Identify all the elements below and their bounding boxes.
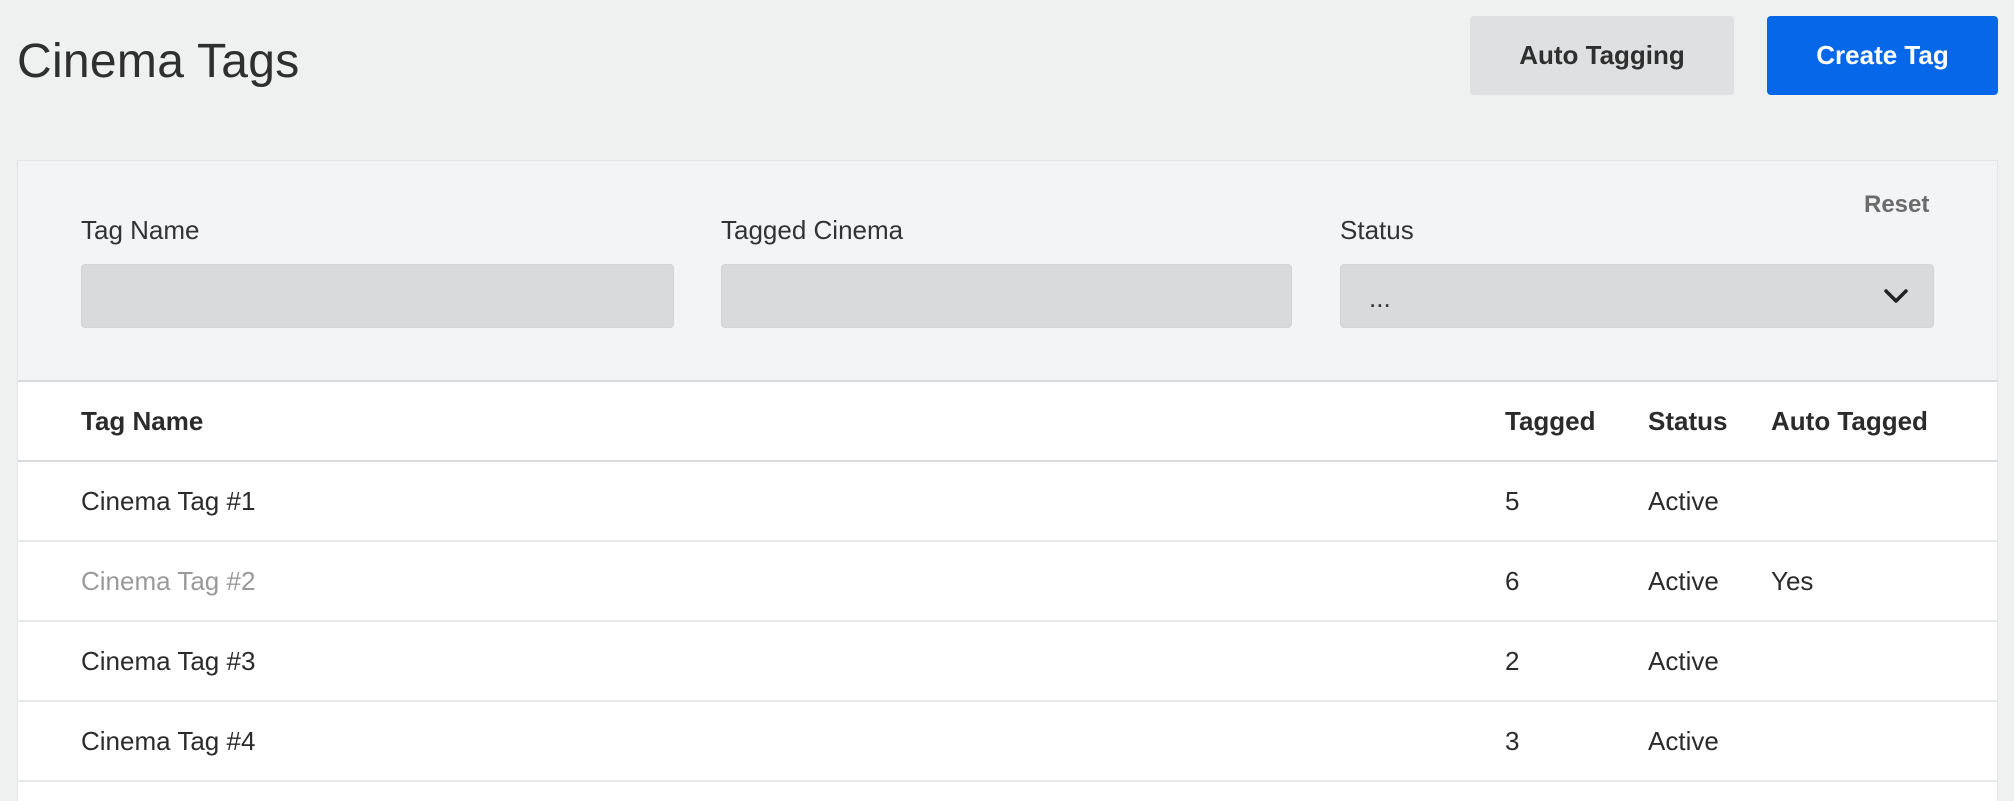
column-header-auto-tagged[interactable]: Auto Tagged xyxy=(1771,382,1928,460)
chevron-down-icon xyxy=(1884,289,1908,303)
filter-panel: Reset Tag Name Tagged Cinema Status ... xyxy=(18,161,1997,382)
column-header-tagged[interactable]: Tagged xyxy=(1505,382,1596,460)
table-row[interactable]: Cinema Tag #1 5 Active xyxy=(18,462,1997,542)
tag-name-cell[interactable]: Cinema Tag #1 xyxy=(81,462,255,540)
tags-card: Reset Tag Name Tagged Cinema Status ... … xyxy=(18,161,1997,801)
status-filter-value: ... xyxy=(1369,283,1391,313)
create-tag-button[interactable]: Create Tag xyxy=(1767,16,1998,95)
tags-table: Tag Name Tagged Status Auto Tagged Cinem… xyxy=(18,382,1997,782)
tag-name-cell[interactable]: Cinema Tag #4 xyxy=(81,702,255,780)
reset-link[interactable]: Reset xyxy=(1864,191,1929,219)
tag-name-cell[interactable]: Cinema Tag #2 xyxy=(81,542,255,620)
table-row[interactable]: Cinema Tag #4 3 Active xyxy=(18,702,1997,782)
auto-tagged-cell: Yes xyxy=(1771,566,1814,596)
tagged-count-cell: 3 xyxy=(1505,726,1520,756)
tagged-count-cell: 5 xyxy=(1505,486,1520,516)
status-filter-label: Status xyxy=(1340,215,1414,245)
status-cell: Active xyxy=(1648,486,1719,516)
column-header-status[interactable]: Status xyxy=(1648,382,1727,460)
status-cell: Active xyxy=(1648,566,1719,596)
page-title: Cinema Tags xyxy=(17,35,300,88)
auto-tagging-button[interactable]: Auto Tagging xyxy=(1470,16,1734,95)
tagged-cinema-filter-label: Tagged Cinema xyxy=(721,215,904,245)
column-header-tag-name[interactable]: Tag Name xyxy=(81,382,203,460)
tag-name-cell[interactable]: Cinema Tag #3 xyxy=(81,622,255,700)
tag-name-filter-label: Tag Name xyxy=(81,215,200,245)
table-header-row: Tag Name Tagged Status Auto Tagged xyxy=(18,382,1997,462)
table-row[interactable]: Cinema Tag #3 2 Active xyxy=(18,622,1997,702)
tagged-count-cell: 6 xyxy=(1505,566,1520,596)
tagged-count-cell: 2 xyxy=(1505,646,1520,676)
table-row[interactable]: Cinema Tag #2 6 Active Yes xyxy=(18,542,1997,622)
tagged-cinema-filter-input[interactable] xyxy=(721,264,1292,328)
status-cell: Active xyxy=(1648,646,1719,676)
status-filter-select[interactable]: ... xyxy=(1340,264,1934,328)
tag-name-filter-input[interactable] xyxy=(81,264,674,328)
status-cell: Active xyxy=(1648,726,1719,756)
